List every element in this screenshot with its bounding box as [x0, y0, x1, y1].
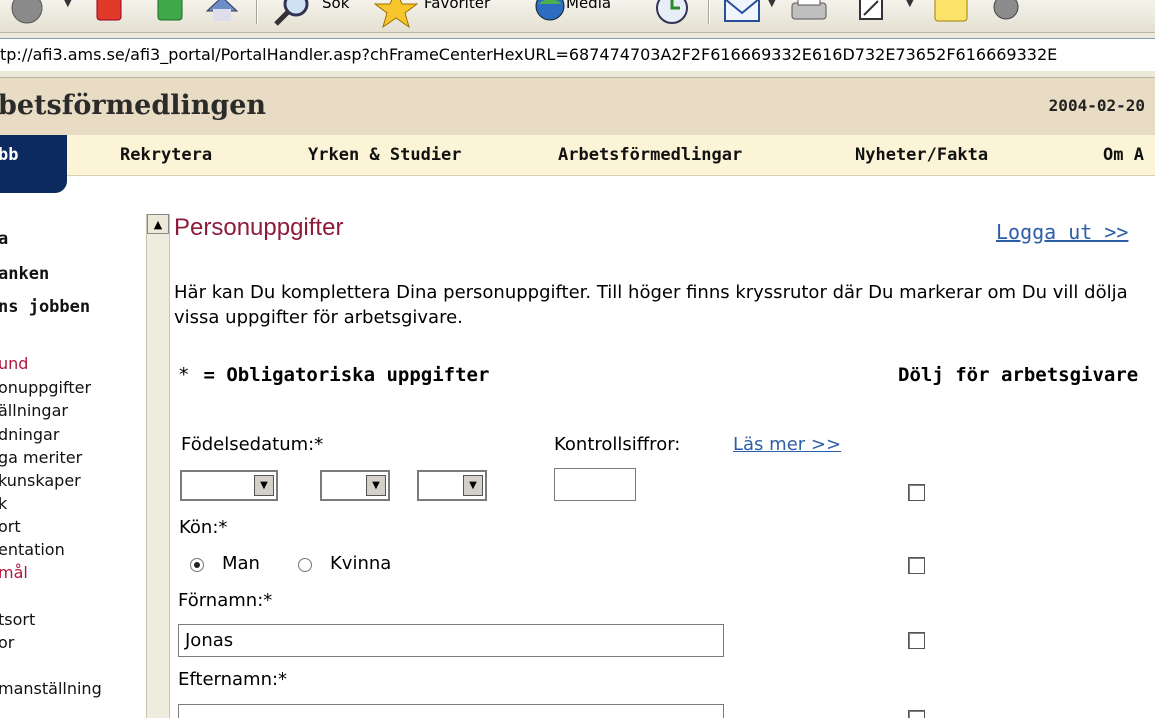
- refresh-icon[interactable]: [155, 0, 185, 28]
- left-menu-item[interactable]: ort: [0, 517, 21, 536]
- address-url[interactable]: tp://afi3.ams.se/afi3_portal/PortalHandl…: [0, 45, 1057, 64]
- scroll-up-icon[interactable]: ▲: [147, 214, 169, 234]
- content-scrollbar[interactable]: ▲: [146, 214, 170, 718]
- intro-text: Här kan Du komplettera Dina personuppgif…: [174, 282, 1128, 328]
- birth-month-select[interactable]: ▼: [320, 470, 390, 501]
- control-digits-input[interactable]: [554, 468, 636, 501]
- note-icon[interactable]: [932, 0, 972, 28]
- mail-icon[interactable]: [722, 0, 762, 28]
- nav-item-nyheter-fakta[interactable]: Nyheter/Fakta: [855, 145, 988, 165]
- gender-kvinna-radio[interactable]: [298, 558, 312, 572]
- left-menu-item[interactable]: manställning: [0, 679, 102, 698]
- left-menu-item[interactable]: und: [0, 354, 28, 373]
- chevron-down-icon[interactable]: ▼: [463, 475, 483, 496]
- page-title: Personuppgifter: [174, 214, 344, 241]
- address-bar[interactable]: tp://afi3.ams.se/afi3_portal/PortalHandl…: [0, 38, 1155, 72]
- required-legend-text: = Obligatoriska uppgifter: [203, 364, 490, 386]
- nav-item-active-label: bb: [0, 145, 19, 165]
- read-more-link[interactable]: Läs mer >>: [733, 434, 841, 455]
- left-menu-item[interactable]: mål: [0, 563, 28, 582]
- nav-item-yrken-studier[interactable]: Yrken & Studier: [308, 145, 462, 165]
- favorites-icon[interactable]: [374, 0, 418, 28]
- gender-man-radio[interactable]: [190, 558, 204, 572]
- search-button-label[interactable]: Sök: [322, 0, 349, 12]
- search-icon[interactable]: [272, 0, 316, 28]
- main-nav: bb Rekrytera Yrken & Studier Arbetsförme…: [0, 135, 1155, 193]
- site-header: betsförmedlingen 2004-02-20: [0, 78, 1155, 135]
- left-menu-item[interactable]: ga meriter: [0, 448, 82, 467]
- media-button-label[interactable]: Media: [566, 0, 611, 12]
- firstname-label: Förnamn:*: [178, 590, 273, 611]
- left-menu-item[interactable]: anken: [0, 264, 49, 284]
- lastname-input[interactable]: [178, 704, 724, 718]
- required-star: *: [178, 364, 190, 386]
- gender-man-label[interactable]: Man: [222, 553, 260, 574]
- left-menu-item[interactable]: kunskaper: [0, 471, 81, 490]
- hide-gender-checkbox[interactable]: [908, 557, 925, 574]
- logout-link[interactable]: Logga ut >>: [996, 220, 1128, 244]
- birth-day-select[interactable]: ▼: [417, 470, 487, 501]
- messenger-icon[interactable]: [986, 0, 1026, 28]
- mail-dropdown-icon[interactable]: ▼: [768, 0, 776, 9]
- history-icon[interactable]: [652, 0, 692, 28]
- site-date: 2004-02-20: [1048, 96, 1145, 115]
- nav-item-om[interactable]: Om A: [1103, 145, 1144, 165]
- firstname-input[interactable]: Jonas: [178, 624, 724, 657]
- hide-firstname-checkbox[interactable]: [908, 632, 925, 649]
- print-icon[interactable]: [788, 0, 830, 28]
- media-icon[interactable]: [530, 0, 570, 28]
- left-menu-item[interactable]: or: [0, 633, 14, 652]
- nav-item-rekrytera[interactable]: Rekrytera: [120, 145, 212, 165]
- left-menu-item[interactable]: k: [0, 494, 7, 513]
- lastname-label: Efternamn:*: [178, 669, 288, 690]
- hide-birthdate-checkbox[interactable]: [908, 484, 925, 501]
- left-menu-item[interactable]: entation: [0, 540, 65, 559]
- gender-label: Kön:*: [179, 517, 228, 538]
- left-menu-item[interactable]: tsort: [0, 610, 35, 629]
- left-menu-item[interactable]: onuppgifter: [0, 378, 91, 397]
- gender-kvinna-label[interactable]: Kvinna: [330, 553, 391, 574]
- birth-year-select[interactable]: ▼: [180, 470, 278, 501]
- required-legend: * = Obligatoriska uppgifter: [178, 364, 489, 386]
- back-icon[interactable]: [10, 0, 44, 28]
- chevron-down-icon[interactable]: ▼: [366, 475, 386, 496]
- browser-toolbar: ▼ Sök Favoriter Media ▼ ▼: [0, 0, 1155, 33]
- birthdate-label: Födelsedatum:*: [181, 434, 324, 455]
- site-title[interactable]: betsförmedlingen: [0, 90, 266, 121]
- hide-for-employer-heading: Dölj för arbetsgivare: [898, 364, 1139, 386]
- main-content: Personuppgifter Logga ut >> Här kan Du k…: [172, 210, 1155, 718]
- hide-lastname-checkbox[interactable]: [908, 710, 925, 718]
- control-digits-label: Kontrollsiffror:: [554, 434, 681, 455]
- back-dropdown-icon[interactable]: ▼: [64, 0, 72, 9]
- edit-dropdown-icon[interactable]: ▼: [906, 0, 914, 9]
- chevron-down-icon[interactable]: ▼: [254, 475, 274, 496]
- home-icon[interactable]: [205, 0, 239, 28]
- left-menu: a anken ns jobben und onuppgifter ällnin…: [0, 175, 145, 718]
- nav-item-arbetsformedlingar[interactable]: Arbetsförmedlingar: [558, 145, 742, 165]
- left-menu-item[interactable]: ns jobben: [0, 297, 90, 317]
- left-menu-item[interactable]: a: [0, 229, 8, 249]
- edit-icon[interactable]: [856, 0, 886, 28]
- favorites-button-label[interactable]: Favoriter: [424, 0, 490, 12]
- stop-icon[interactable]: [94, 0, 124, 28]
- left-menu-item[interactable]: dningar: [0, 425, 59, 444]
- left-menu-item[interactable]: ällningar: [0, 401, 68, 420]
